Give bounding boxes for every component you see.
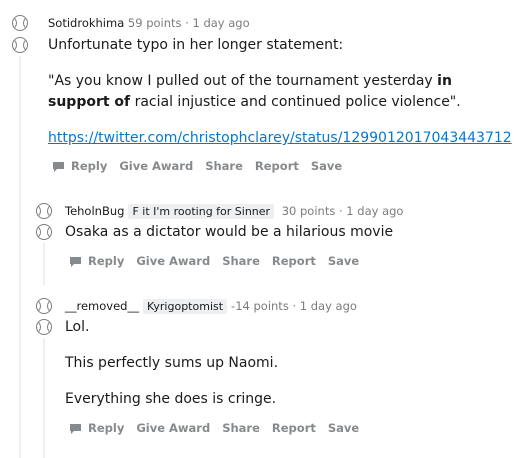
comment-body: Osaka as a dictator would be a hilarious… (65, 222, 515, 243)
report-button[interactable]: Report (255, 159, 299, 173)
tennis-ball-icon[interactable] (12, 15, 28, 31)
action-bar: Reply Give Award Share Report Save (52, 159, 354, 173)
points: -14 points (231, 299, 289, 313)
tweet-link[interactable]: https://twitter.com/christophclarey/stat… (48, 130, 512, 146)
action-bar: Reply Give Award Share Report Save (69, 421, 371, 435)
link-paragraph: https://twitter.com/christophclarey/stat… (48, 128, 518, 149)
save-button[interactable]: Save (328, 254, 359, 268)
separator: · (338, 204, 343, 218)
comment-quote: "As you know I pulled out of the tournam… (48, 71, 518, 113)
give-award-button[interactable]: Give Award (136, 421, 210, 435)
thread-line[interactable] (19, 56, 21, 458)
separator: · (292, 299, 297, 313)
author-name[interactable]: Sotidrokhima (48, 16, 124, 30)
timestamp[interactable]: 1 day ago (192, 16, 249, 30)
comment-body: Unfortunate typo in her longer statement… (48, 35, 518, 149)
timestamp[interactable]: 1 day ago (346, 204, 403, 218)
points: 59 points (127, 16, 182, 30)
tennis-ball-icon[interactable] (36, 203, 52, 219)
quote-text: "As you know I pulled out of the tournam… (48, 73, 438, 89)
give-award-button[interactable]: Give Award (136, 254, 210, 268)
share-button[interactable]: Share (205, 159, 243, 173)
comment-meta: __removed__ Kyrigoptomist -14 points · 1 d… (65, 298, 357, 315)
comment-paragraph: Everything she does is cringe. (65, 391, 277, 407)
user-flair: Kyrigoptomist (142, 299, 228, 314)
comment-meta: TeholnBug F it I'm rooting for Sinner 30 … (65, 203, 403, 220)
report-button[interactable]: Report (272, 254, 316, 268)
share-button[interactable]: Share (222, 254, 260, 268)
author-name[interactable]: __removed__ (65, 299, 139, 313)
comment-meta: Sotidrokhima 59 points · 1 day ago (48, 15, 250, 31)
user-flair: F it I'm rooting for Sinner (128, 204, 275, 219)
comment-paragraph: This perfectly sums up Naomi. (65, 355, 279, 371)
quote-text: racial injustice and continued police vi… (130, 94, 461, 110)
give-award-button[interactable]: Give Award (119, 159, 193, 173)
reply-button[interactable]: Reply (69, 254, 124, 268)
reply-label: Reply (71, 159, 108, 173)
comment-paragraph: Lol. (65, 319, 90, 335)
reply-label: Reply (88, 421, 125, 435)
reply-button[interactable]: Reply (69, 421, 124, 435)
save-button[interactable]: Save (328, 421, 359, 435)
comment-paragraph: Unfortunate typo in her longer statement… (48, 37, 344, 53)
separator: · (185, 16, 189, 30)
speech-bubble-icon (52, 161, 65, 172)
tennis-ball-icon[interactable] (12, 37, 28, 53)
tennis-ball-icon[interactable] (36, 319, 52, 335)
timestamp[interactable]: 1 day ago (300, 299, 357, 313)
thread-line[interactable] (43, 243, 45, 285)
reply-label: Reply (88, 254, 125, 268)
report-button[interactable]: Report (272, 421, 316, 435)
points: 30 points (281, 204, 336, 218)
comment-body: Lol. This perfectly sums up Naomi. Every… (65, 317, 515, 410)
action-bar: Reply Give Award Share Report Save (69, 254, 371, 268)
speech-bubble-icon (69, 256, 82, 267)
tennis-ball-icon[interactable] (36, 298, 52, 314)
speech-bubble-icon (69, 423, 82, 434)
comment-paragraph: Osaka as a dictator would be a hilarious… (65, 224, 394, 240)
reply-button[interactable]: Reply (52, 159, 107, 173)
share-button[interactable]: Share (222, 421, 260, 435)
thread-line[interactable] (43, 338, 45, 458)
author-name[interactable]: TeholnBug (65, 204, 124, 218)
tennis-ball-icon[interactable] (36, 224, 52, 240)
save-button[interactable]: Save (311, 159, 342, 173)
